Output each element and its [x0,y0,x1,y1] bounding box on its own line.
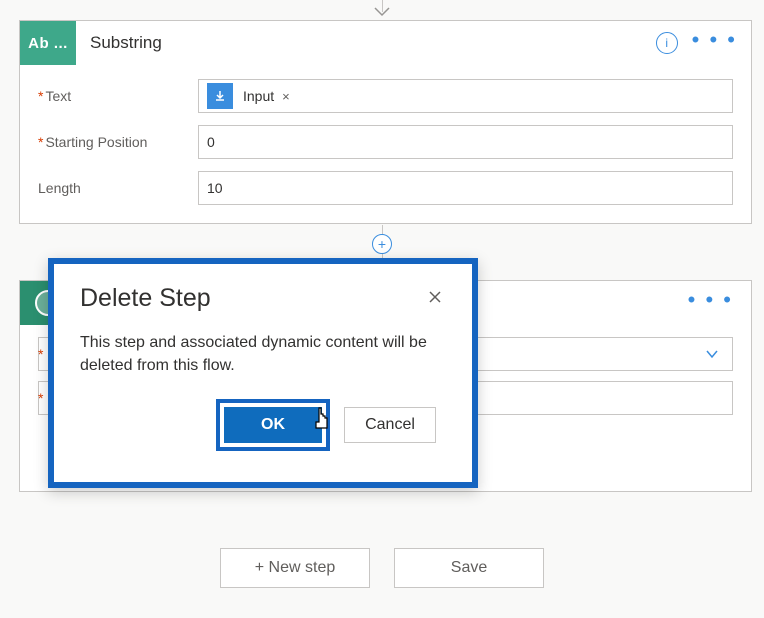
action-card-body: *Text Input × *Starting Position 0 Lengt… [20,65,751,223]
delete-step-dialog: Delete Step This step and associated dyn… [48,258,478,488]
text-field[interactable]: Input × [198,79,733,113]
field-label-length: Length [38,180,198,196]
cancel-button[interactable]: Cancel [344,407,436,443]
required-mark: * [38,390,43,406]
bottom-actions: + New step Save [0,548,764,588]
token-label: Input [233,88,282,104]
action-badge: Ab ... [20,21,76,65]
arrow-down-icon [372,6,392,18]
close-icon[interactable] [424,284,446,313]
token-remove-icon[interactable]: × [282,89,296,104]
action-card-substring: Ab ... Substring i • • • *Text Input × [19,20,752,224]
info-icon[interactable]: i [656,32,678,54]
new-step-button[interactable]: + New step [220,548,370,588]
action-title: Substring [76,33,656,53]
dynamic-token[interactable]: Input × [207,83,296,109]
more-menu-button[interactable]: • • • [692,27,751,59]
field-label-text: *Text [38,88,198,104]
dialog-title: Delete Step [80,284,211,313]
flow-canvas: Ab ... Substring i • • • *Text Input × [0,0,764,618]
dialog-body-text: This step and associated dynamic content… [80,331,446,377]
required-mark: * [38,346,43,362]
add-step-inline-button[interactable]: + [372,234,392,254]
ok-button-highlight: OK [216,399,330,451]
starting-position-input[interactable]: 0 [198,125,733,159]
ok-button[interactable]: OK [224,407,322,443]
chevron-down-icon [704,346,720,362]
save-button[interactable]: Save [394,548,544,588]
field-label-start: *Starting Position [38,134,198,150]
touch-icon [207,83,233,109]
length-input[interactable]: 10 [198,171,733,205]
action-card-header[interactable]: Ab ... Substring i • • • [20,21,751,65]
more-menu-button[interactable]: • • • [688,287,751,319]
